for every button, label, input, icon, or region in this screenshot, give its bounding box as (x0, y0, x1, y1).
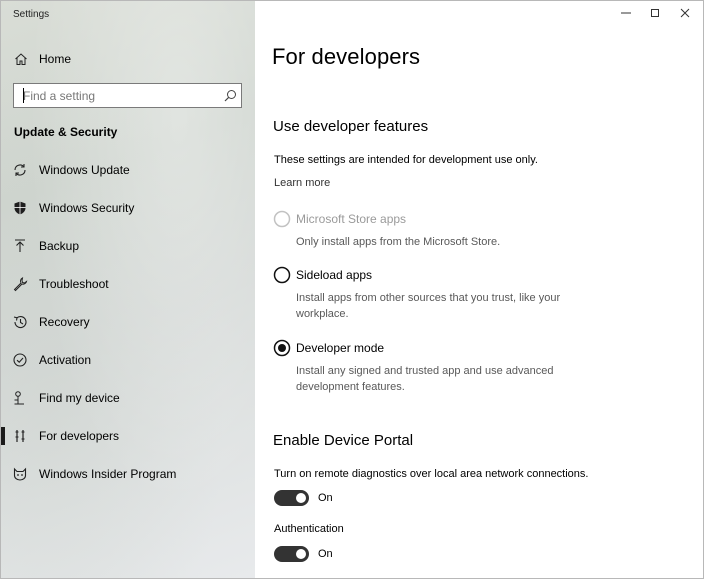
authentication-toggle-state: On (318, 548, 333, 560)
shield-icon (14, 201, 26, 215)
sideload-apps-label[interactable]: Sideload apps (296, 268, 372, 282)
home-label: Home (39, 52, 72, 66)
sidebar-item-windows-update[interactable]: Windows Update (1, 155, 255, 185)
device-portal-toggle-state: On (318, 492, 333, 504)
wrench-icon (13, 277, 28, 292)
cat-icon (13, 467, 27, 481)
microsoft-store-apps-radio (273, 210, 291, 228)
sideload-apps-desc: Install apps from other sources that you… (296, 292, 561, 320)
sidebar-item-label: Windows Update (39, 163, 130, 177)
close-button[interactable] (671, 3, 699, 23)
sidebar-item-label: For developers (39, 429, 120, 443)
person-pin-icon (14, 391, 24, 405)
developer-mode-label[interactable]: Developer mode (296, 341, 384, 355)
authentication-label: Authentication (274, 523, 344, 535)
text-caret (23, 88, 24, 103)
main-content: For developers Use developer features Th… (255, 1, 703, 578)
sync-icon (14, 164, 26, 176)
remote-diagnostics-desc: Turn on remote diagnostics over local ar… (274, 468, 589, 480)
developer-mode-radio[interactable] (273, 339, 291, 357)
sidebar-item-label: Backup (39, 239, 80, 253)
sidebar-item-find-my-device[interactable]: Find my device (1, 383, 255, 413)
microsoft-store-apps-label: Microsoft Store apps (296, 212, 407, 226)
home-icon (15, 53, 27, 65)
upload-arrow-icon (15, 239, 25, 252)
close-icon (680, 8, 690, 18)
sidebar-item-label: Windows Insider Program (39, 467, 177, 481)
maximize-button[interactable] (641, 3, 669, 23)
app-title: Settings (13, 9, 50, 20)
sidebar-item-for-developers[interactable]: For developers (1, 421, 255, 451)
search-icon[interactable] (224, 89, 237, 102)
maximize-icon (651, 9, 659, 17)
minimize-button[interactable] (612, 3, 640, 23)
sidebar-item-windows-insider-program[interactable]: Windows Insider Program (1, 459, 255, 489)
section-heading: Update & Security (14, 125, 118, 139)
history-icon (13, 315, 27, 329)
developer-features-heading: Use developer features (273, 118, 429, 135)
sidebar-item-label: Troubleshoot (39, 277, 109, 291)
device-portal-heading: Enable Device Portal (273, 432, 414, 449)
developer-mode-desc: Install any signed and trusted app and u… (296, 365, 554, 393)
device-portal-toggle[interactable] (274, 490, 309, 506)
sidebar-item-recovery[interactable]: Recovery (1, 307, 255, 337)
toggle-knob (296, 549, 306, 559)
sideload-apps-radio[interactable] (273, 266, 291, 284)
search-input[interactable] (14, 84, 214, 107)
sidebar-item-activation[interactable]: Activation (1, 345, 255, 375)
settings-window: Settings Home Update & Security Windows (0, 0, 704, 579)
sidebar-item-backup[interactable]: Backup (1, 231, 255, 261)
sidebar-item-label: Find my device (39, 391, 120, 405)
active-indicator (1, 427, 5, 445)
sidebar-item-windows-security[interactable]: Windows Security (1, 193, 255, 223)
toggle-knob (296, 493, 306, 503)
developer-features-intro: These settings are intended for developm… (274, 154, 538, 166)
sidebar-item-troubleshoot[interactable]: Troubleshoot (1, 269, 255, 299)
authentication-toggle[interactable] (274, 546, 309, 562)
page-title: For developers (272, 44, 421, 69)
sidebar: Settings Home Update & Security Windows (1, 1, 255, 578)
minimize-icon (621, 12, 631, 14)
sidebar-item-label: Recovery (39, 315, 90, 329)
developer-tools-icon (15, 430, 25, 442)
sidebar-item-label: Windows Security (39, 201, 135, 215)
search-box[interactable] (13, 83, 242, 108)
sidebar-item-label: Activation (39, 353, 92, 367)
learn-more-link[interactable]: Learn more (274, 177, 330, 189)
home-nav-item[interactable]: Home (1, 46, 255, 72)
microsoft-store-apps-desc: Only install apps from the Microsoft Sto… (296, 236, 501, 248)
check-circle-icon (13, 353, 27, 367)
